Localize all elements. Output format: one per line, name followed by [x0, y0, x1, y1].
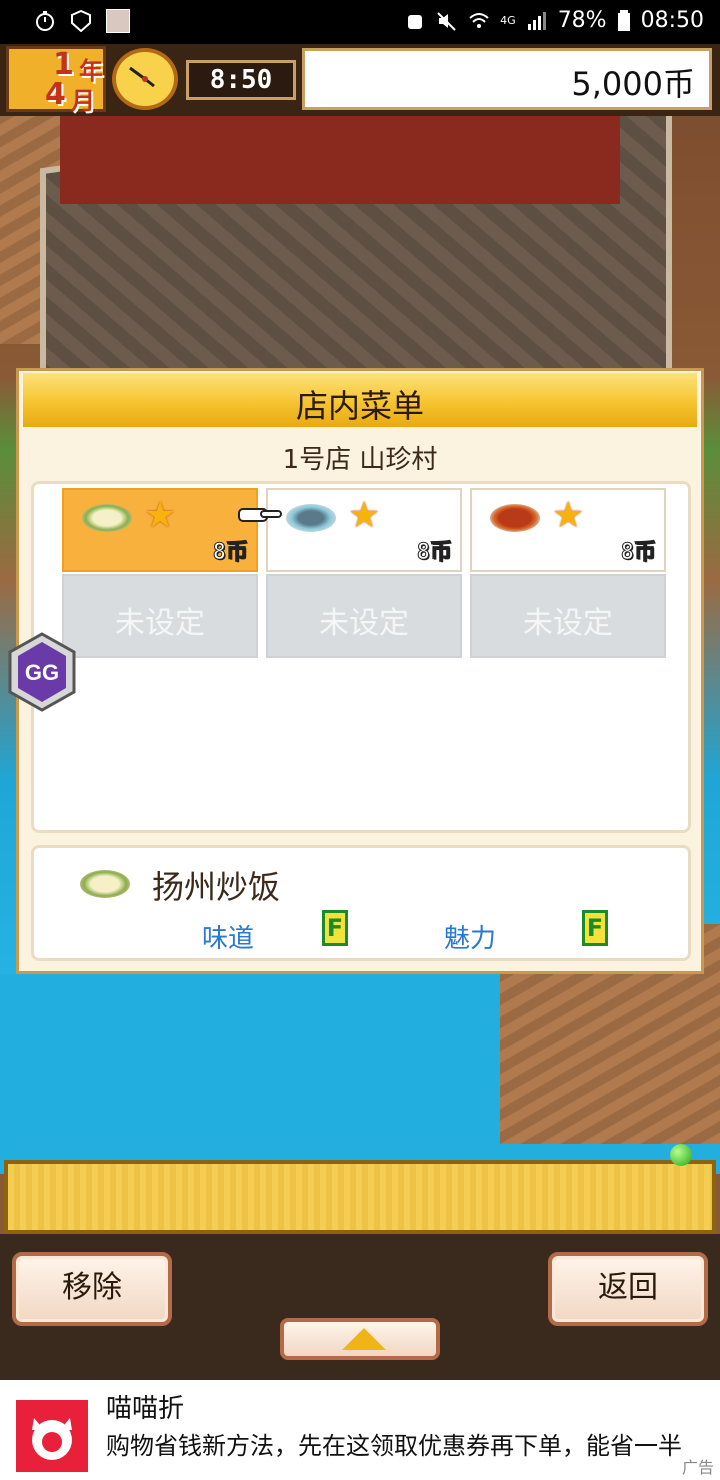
expand-button[interactable]	[280, 1318, 440, 1360]
robot-icon	[408, 14, 423, 29]
empty-slot-2[interactable]: 未设定	[266, 574, 462, 658]
menu-slot-3[interactable]: ★ 8币	[470, 488, 666, 572]
signal-icon	[527, 11, 546, 30]
ad-label: 广告	[681, 1458, 714, 1477]
status-time: 08:50	[640, 8, 704, 33]
slot-price: 8币	[416, 540, 452, 566]
taste-label: 味道	[202, 924, 255, 954]
panel-header: 店内菜单	[23, 373, 697, 427]
mute-icon	[437, 11, 456, 31]
pointing-hand-icon	[238, 508, 282, 522]
game-time: 8:50	[186, 60, 296, 100]
empty-slot-label: 未设定	[115, 606, 205, 641]
wifi-icon	[469, 12, 489, 28]
slot-price: 8币	[620, 540, 656, 566]
stopwatch-icon	[36, 11, 54, 31]
shop-name: 1号店 山珍村	[282, 445, 438, 475]
ad-logo-icon	[16, 1400, 88, 1472]
star-icon: ★	[144, 495, 177, 536]
meat-dish-icon	[490, 504, 540, 532]
back-button[interactable]: 返回	[548, 1252, 708, 1326]
fried-rice-icon	[80, 870, 130, 898]
clock-icon	[112, 48, 178, 110]
gg-label: GG	[25, 660, 59, 685]
panel-title: 店内菜单	[295, 387, 424, 425]
chevron-up-icon	[342, 1328, 386, 1350]
empty-slot-3[interactable]: 未设定	[470, 574, 666, 658]
gg-shield-icon	[71, 10, 91, 32]
money-display: 5,000币	[302, 48, 712, 110]
restaurant-wall	[60, 114, 620, 204]
status-dot-icon	[670, 1144, 692, 1166]
menu-slot-1[interactable]: ★ 8币	[62, 488, 258, 572]
menu-slot-grid: ★ 8币 ★ 8币 ★ 8币 未设定 未设定 未设定	[31, 481, 691, 833]
status-bar: 4G 78% 08:50	[0, 0, 720, 44]
empty-slot-1[interactable]: 未设定	[62, 574, 258, 658]
charm-label: 魅力	[444, 924, 497, 954]
star-icon: ★	[348, 495, 381, 536]
charm-grade: F	[582, 910, 608, 946]
bottom-controls: 移除 返回	[0, 1234, 720, 1380]
menu-panel: 店内菜单 1号店 山珍村 ★ 8币 ★ 8币 ★ 8币 未设定 未设定 未设定	[16, 368, 704, 974]
dish-name: 扬州炒饭	[152, 868, 281, 906]
network-label: 4G	[500, 14, 516, 27]
empty-slot-label: 未设定	[523, 606, 613, 641]
menu-slot-2[interactable]: ★ 8币	[266, 488, 462, 572]
fried-rice-icon	[82, 504, 132, 532]
message-bar	[4, 1160, 716, 1234]
empty-slot-label: 未设定	[319, 606, 409, 641]
star-icon: ★	[552, 495, 585, 536]
battery-percent: 78%	[557, 8, 607, 33]
dish-detail: 扬州炒饭 味道 F 魅力 F	[31, 845, 691, 961]
month-value: 4	[45, 77, 66, 112]
avatar-icon	[106, 9, 130, 33]
game-guardian-icon[interactable]: GG	[6, 632, 78, 712]
ad-banner[interactable]: 喵喵折 购物省钱新方法，先在这领取优惠券再下单，能省一半 广告	[0, 1380, 720, 1480]
slot-price: 8币	[212, 540, 248, 566]
date-display: 1 年 4 月	[6, 46, 106, 115]
month-unit: 月	[71, 87, 95, 115]
top-hud: 1 年 4 月 8:50 5,000币	[0, 44, 720, 116]
money-value: 5,000币	[571, 65, 695, 103]
battery-icon	[617, 9, 630, 31]
remove-button[interactable]: 移除	[12, 1252, 172, 1326]
ad-title: 喵喵折	[106, 1394, 185, 1424]
ad-description: 购物省钱新方法，先在这领取优惠券再下单，能省一半	[106, 1432, 682, 1460]
taste-grade: F	[322, 910, 348, 946]
fish-dish-icon	[286, 504, 336, 532]
